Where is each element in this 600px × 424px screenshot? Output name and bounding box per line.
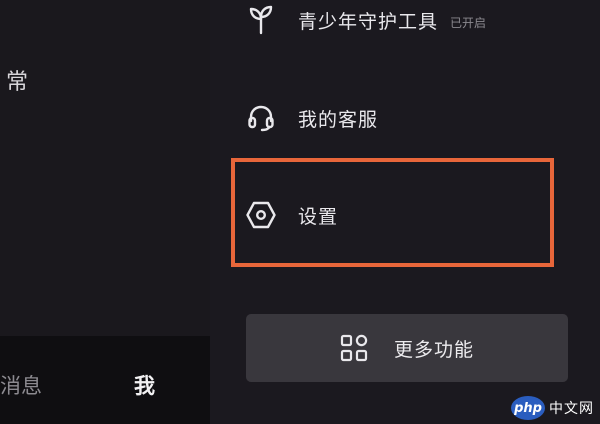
background-app[interactable]: 常 消息 我 <box>0 0 210 424</box>
menu-item-youth-protection[interactable]: 青少年守护工具 已开启 <box>246 0 486 40</box>
screen: 常 消息 我 青少年守护工具 已开启 我的客服 设置 更多功能 php 中文网 <box>0 0 600 424</box>
php-logo: php <box>511 396 545 420</box>
nav-item-messages[interactable]: 消息 <box>0 370 42 400</box>
menu-item-label: 我的客服 <box>298 108 379 131</box>
bottom-nav: 消息 我 <box>0 336 210 424</box>
watermark: php 中文网 <box>511 396 594 420</box>
headset-icon <box>246 103 276 133</box>
side-drawer: 青少年守护工具 已开启 我的客服 设置 更多功能 <box>210 0 600 424</box>
highlight-box <box>231 158 554 267</box>
partial-text: 常 <box>6 70 30 95</box>
menu-item-customer-service[interactable]: 我的客服 <box>246 98 378 138</box>
status-badge: 已开启 <box>450 15 487 30</box>
grid-icon <box>340 334 368 362</box>
watermark-text: 中文网 <box>549 401 594 417</box>
more-features-label: 更多功能 <box>393 338 474 361</box>
menu-item-label: 青少年守护工具 <box>298 10 439 33</box>
sprout-icon <box>246 5 276 35</box>
nav-item-me[interactable]: 我 <box>134 370 155 400</box>
more-features-button[interactable]: 更多功能 <box>246 314 568 382</box>
